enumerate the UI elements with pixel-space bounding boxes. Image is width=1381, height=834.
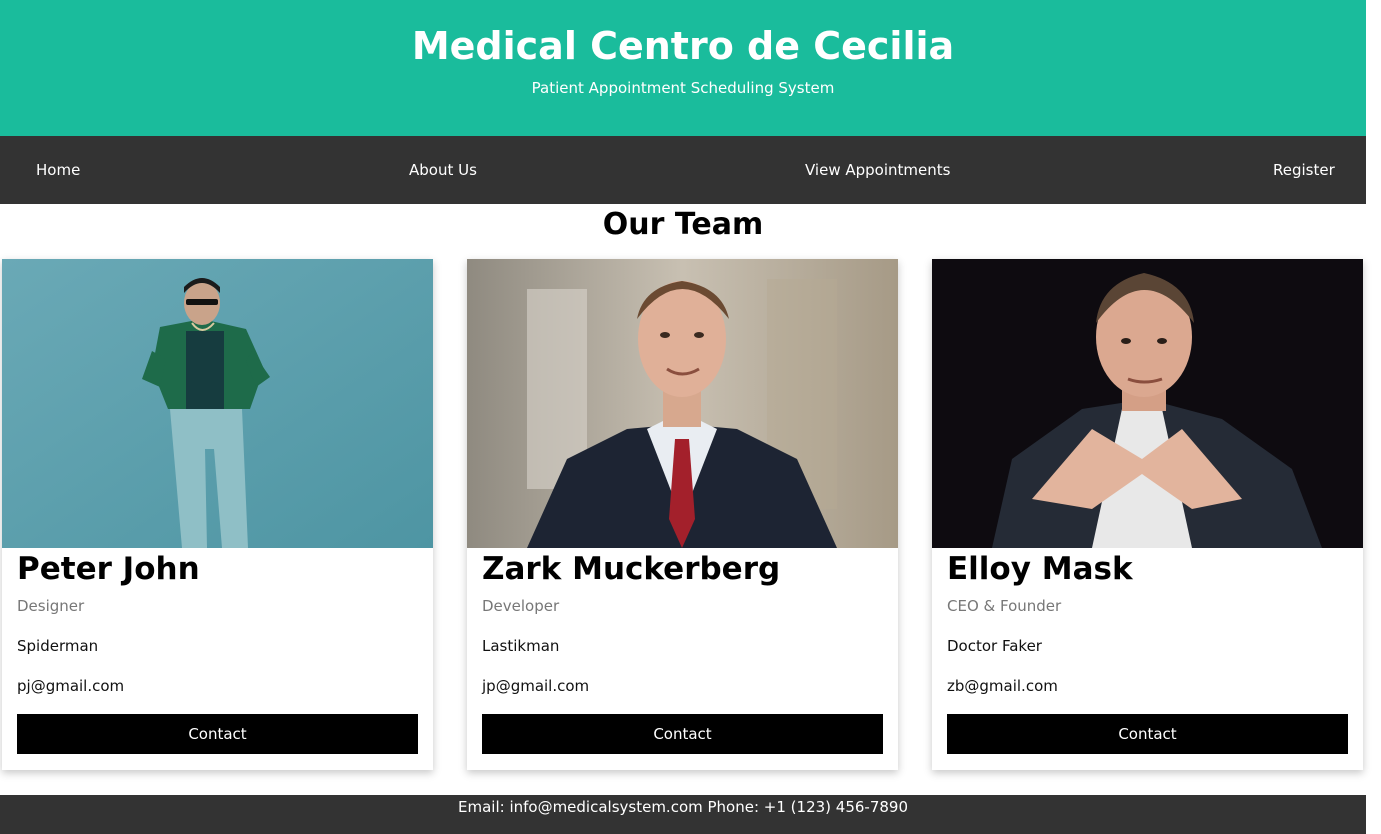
team-member-role: CEO & Founder — [947, 597, 1062, 615]
team-member-alias: Doctor Faker — [947, 637, 1042, 655]
team-member-alias: Lastikman — [482, 637, 560, 655]
main-nav: Home About Us View Appointments Register — [0, 136, 1366, 204]
team-member-email: pj@gmail.com — [17, 677, 125, 695]
team-member-alias: Spiderman — [17, 637, 99, 655]
team-card: Peter John Designer Spiderman pj@gmail.c… — [2, 259, 433, 770]
nav-home-link[interactable]: Home — [36, 160, 80, 180]
team-member-name: Zark Muckerberg — [482, 551, 781, 587]
section-title: Our Team — [602, 207, 764, 242]
nav-about-link[interactable]: About Us — [409, 160, 477, 180]
contact-button[interactable]: Contact — [17, 714, 418, 754]
footer-contact-info: Email: info@medicalsystem.com Phone: +1 … — [458, 798, 908, 816]
person-photo-illustration — [467, 259, 898, 548]
team-card: Zark Muckerberg Developer Lastikman jp@g… — [467, 259, 898, 770]
team-member-photo — [932, 259, 1363, 548]
team-member-email: jp@gmail.com — [482, 677, 590, 695]
team-member-role: Developer — [482, 597, 560, 615]
team-member-role: Designer — [17, 597, 85, 615]
contact-button[interactable]: Contact — [947, 714, 1348, 754]
site-title: Medical Centro de Cecilia — [411, 24, 955, 68]
team-card: Elloy Mask CEO & Founder Doctor Faker zb… — [932, 259, 1363, 770]
contact-button[interactable]: Contact — [482, 714, 883, 754]
nav-register-link[interactable]: Register — [1273, 160, 1335, 180]
site-subtitle: Patient Appointment Scheduling System — [531, 79, 835, 97]
team-member-photo — [2, 259, 433, 548]
person-photo-illustration — [932, 259, 1363, 548]
site-header: Medical Centro de Cecilia Patient Appoin… — [0, 0, 1366, 136]
site-footer: Email: info@medicalsystem.com Phone: +1 … — [0, 795, 1366, 834]
team-member-name: Peter John — [17, 551, 200, 587]
team-member-email: zb@gmail.com — [947, 677, 1058, 695]
team-member-photo — [467, 259, 898, 548]
page: Medical Centro de Cecilia Patient Appoin… — [0, 0, 1381, 834]
team-member-name: Elloy Mask — [947, 551, 1133, 587]
nav-view-appointments-link[interactable]: View Appointments — [805, 160, 950, 180]
person-photo-illustration — [2, 259, 433, 548]
